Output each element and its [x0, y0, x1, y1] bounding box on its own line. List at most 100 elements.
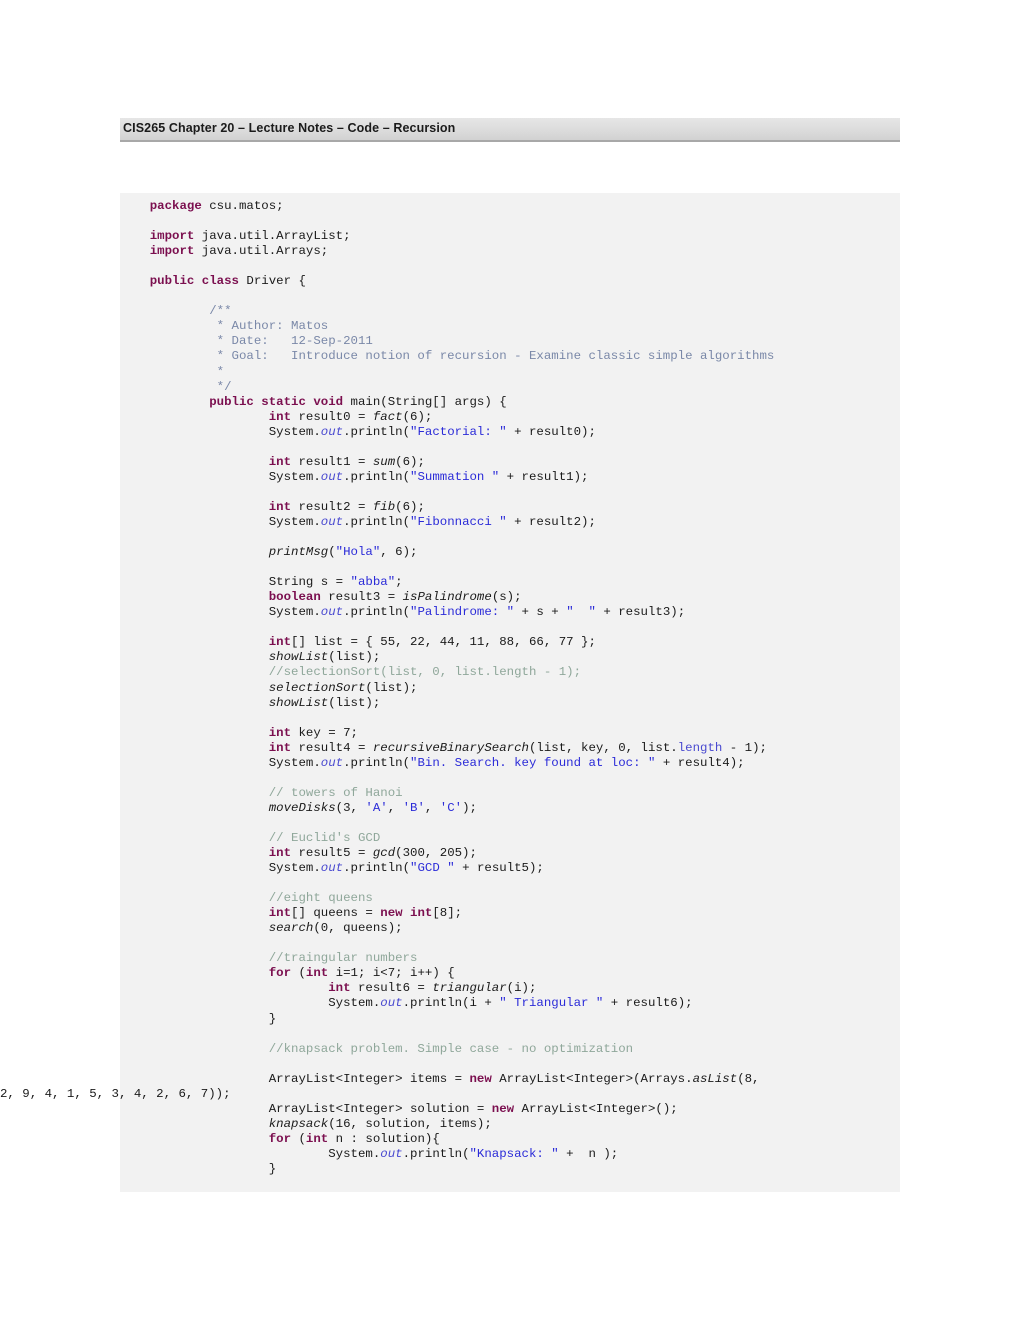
code-token: int — [328, 981, 351, 996]
code-token: .println( — [343, 514, 411, 529]
document-page: CIS265 Chapter 20 – Lecture Notes – Code… — [0, 0, 1020, 1320]
code-token: (6); — [395, 454, 425, 469]
code-token: .println( — [343, 424, 411, 439]
code-token: int — [268, 846, 292, 861]
code-token: //eight queens — [268, 891, 373, 906]
code-line: import java.util.ArrayList; — [120, 229, 351, 243]
code-line: } — [120, 1162, 276, 1176]
code-line: package csu.matos; — [120, 199, 284, 213]
code-line: for (int n : solution){ — [120, 1132, 440, 1146]
code-token: showList — [268, 695, 329, 710]
code-token: ArrayList<Integer> solution = — [268, 1101, 492, 1116]
code-token: 'A' — [365, 800, 388, 815]
code-line: knapsack(16, solution, items); — [120, 1117, 492, 1131]
code-token: int — [268, 409, 292, 424]
code-token: 2, 9, 4, 1, 5, 3, 4, 2, 6, 7)); — [0, 1086, 231, 1101]
code-token: out — [320, 605, 344, 620]
code-token: new int — [380, 906, 433, 921]
code-token: + result1); — [499, 469, 589, 484]
code-token: int — [305, 1131, 329, 1146]
code-line: */ — [120, 380, 232, 394]
code-token: import — [149, 229, 195, 244]
code-token: [8]; — [432, 906, 463, 921]
code-token: main(String[] args) { — [343, 394, 507, 409]
code-token: (6); — [402, 409, 433, 424]
code-token: // Euclid's GCD — [268, 830, 381, 845]
code-token: out — [320, 755, 344, 770]
code-token: System. — [268, 861, 321, 876]
code-token: "Bin. Search. key found at loc: " — [410, 755, 656, 770]
code-line: int[] list = { 55, 22, 44, 11, 88, 66, 7… — [120, 635, 596, 649]
code-listing-block: package csu.matos; import java.util.Arra… — [0, 193, 900, 1192]
code-token: out — [320, 424, 344, 439]
code-token: (8, — [737, 1071, 767, 1086]
code-token: csu.matos; — [201, 199, 284, 213]
code-token: } — [268, 1011, 277, 1026]
code-line: } — [120, 1012, 276, 1026]
code-token: moveDisks — [268, 800, 336, 815]
code-token: System. — [268, 605, 321, 620]
code-token: System. — [328, 1146, 381, 1161]
code-line: System.out.println("Palindrome: " + s + … — [120, 605, 685, 619]
code-token: result2 = — [291, 499, 373, 514]
code-token: } — [268, 1162, 277, 1176]
code-token: new — [469, 1071, 492, 1086]
code-token: selectionSort — [268, 680, 366, 695]
code-token: "GCD " — [410, 861, 455, 876]
code-token: gcd — [372, 846, 396, 861]
code-token: ArrayList<Integer>(); — [514, 1101, 678, 1116]
code-token: System. — [328, 996, 381, 1011]
code-line: boolean result3 = isPalindrome(s); — [120, 590, 522, 604]
code-token: /** — [209, 304, 232, 319]
code-line: moveDisks(3, 'A', 'B', 'C'); — [120, 801, 477, 815]
code-token: System. — [268, 424, 321, 439]
code-line: System.out.println("Factorial: " + resul… — [120, 425, 596, 439]
code-token: */ — [209, 379, 232, 394]
code-token: ( — [291, 966, 306, 981]
code-token: int — [268, 725, 292, 740]
code-token: i=1; i<7; i++) { — [328, 966, 455, 981]
code-line: showList(list); — [120, 650, 381, 665]
code-line: * Date: 12-Sep-2011 — [120, 334, 373, 348]
code-token: package — [149, 199, 202, 213]
code-line: int result1 = sum(6); — [120, 455, 425, 469]
code-token: " Triangular " — [499, 996, 604, 1011]
code-line: System.out.println("Bin. Search. key fou… — [120, 756, 745, 770]
code-token: "Summation " — [410, 469, 500, 484]
code-line: showList(list); — [120, 695, 381, 710]
code-token: (300, 205); — [395, 846, 477, 861]
code-token: int — [305, 966, 329, 981]
code-token: (i); — [506, 981, 537, 996]
code-token: + result2); — [506, 514, 596, 529]
code-token: result4 = — [291, 740, 373, 755]
code-token: + s + — [514, 605, 567, 620]
code-token: result5 = — [291, 846, 373, 861]
code-token: System. — [268, 469, 321, 484]
code-token: (list, key, 0, list. — [528, 740, 678, 755]
code-token: //selectionSort(list, 0, list.length - 1… — [268, 665, 582, 680]
code-token: System. — [268, 755, 321, 770]
code-token: search — [268, 921, 314, 936]
code-token: String s = — [268, 575, 351, 590]
code-token: ArrayList<Integer> items = — [268, 1071, 470, 1086]
code-token: (s); — [491, 590, 522, 605]
code-token: boolean — [268, 590, 321, 605]
code-token: new — [491, 1101, 515, 1116]
code-line: //selectionSort(list, 0, list.length - 1… — [120, 665, 581, 679]
code-token: public static void — [209, 394, 344, 409]
code-token: ( — [291, 1131, 306, 1146]
code-token: result1 = — [291, 454, 373, 469]
code-token: out — [320, 861, 344, 876]
code-token: .println( — [343, 469, 411, 484]
code-token: Driver { — [238, 274, 306, 289]
code-line: //eight queens — [120, 891, 373, 905]
code-line: //knapsack problem. Simple case - no opt… — [120, 1042, 633, 1056]
code-token: .println(i + — [402, 996, 500, 1011]
code-line: public static void main(String[] args) { — [120, 394, 507, 409]
code-token: fact — [372, 409, 403, 424]
code-token: result6 = — [350, 981, 433, 996]
code-token: (list); — [328, 695, 381, 710]
code-token: showList — [268, 650, 329, 665]
code-line: int result6 = triangular(i); — [120, 981, 536, 995]
code-token: length — [677, 740, 723, 755]
